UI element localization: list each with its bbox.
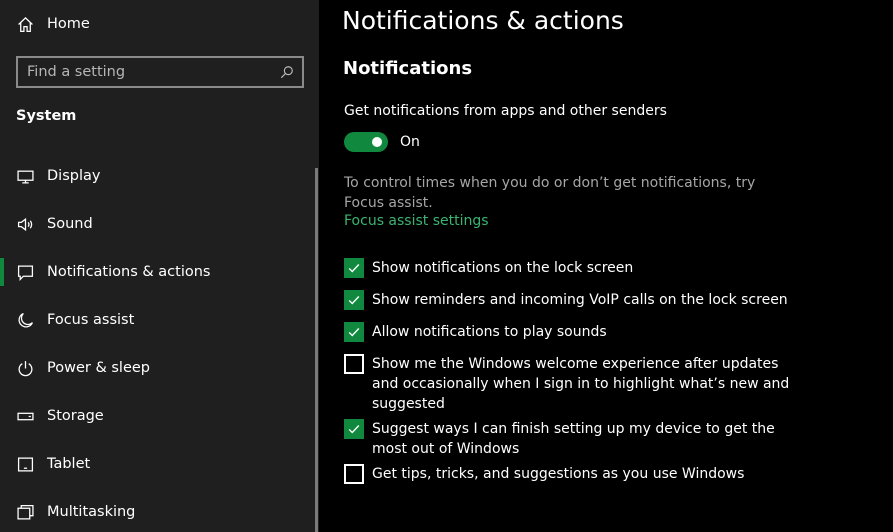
sidebar-item-label: Multitasking bbox=[47, 504, 136, 520]
checkbox-unchecked[interactable] bbox=[344, 354, 364, 374]
active-indicator bbox=[0, 258, 4, 286]
checkbox-row-play-sounds[interactable]: Allow notifications to play sounds bbox=[344, 322, 797, 342]
checkbox-row-reminders-voip[interactable]: Show reminders and incoming VoIP calls o… bbox=[344, 290, 797, 310]
home-label: Home bbox=[47, 16, 90, 32]
notifications-toggle-row: On bbox=[344, 132, 420, 152]
checkmark-icon bbox=[348, 264, 360, 273]
sidebar-item-label: Focus assist bbox=[47, 312, 135, 328]
sidebar-item-label: Notifications & actions bbox=[47, 264, 211, 280]
checkbox-label: Show notifications on the lock screen bbox=[372, 260, 634, 276]
checkmark-icon bbox=[348, 328, 360, 337]
section-heading: Notifications bbox=[343, 58, 473, 79]
sidebar-item-tablet[interactable]: Tablet bbox=[0, 440, 315, 488]
sidebar-item-label: Sound bbox=[47, 216, 93, 232]
focus-assist-description: To control times when you do or don’t ge… bbox=[344, 175, 756, 211]
checkbox-row-lock-screen[interactable]: Show notifications on the lock screen bbox=[344, 258, 797, 278]
sidebar-item-label: Display bbox=[47, 168, 101, 184]
checkbox-label: Show me the Windows welcome experience a… bbox=[372, 356, 790, 412]
get-notifications-label: Get notifications from apps and other se… bbox=[344, 103, 667, 119]
main-content: Notifications & actions Notifications Ge… bbox=[319, 0, 893, 532]
sidebar-item-sound[interactable]: Sound bbox=[0, 200, 315, 248]
checkbox-unchecked[interactable] bbox=[344, 464, 364, 484]
checkbox-label: Get tips, tricks, and suggestions as you… bbox=[372, 466, 745, 482]
focus-assist-settings-link[interactable]: Focus assist settings bbox=[344, 213, 489, 229]
checkbox-row-welcome-experience[interactable]: Show me the Windows welcome experience a… bbox=[344, 354, 797, 414]
sidebar-item-power-sleep[interactable]: Power & sleep bbox=[0, 344, 315, 392]
moon-icon bbox=[0, 312, 47, 329]
storage-icon bbox=[0, 408, 47, 425]
sidebar-item-label: Storage bbox=[47, 408, 104, 424]
display-icon bbox=[0, 168, 47, 185]
sidebar-home[interactable]: Home bbox=[0, 4, 315, 44]
sidebar-item-storage[interactable]: Storage bbox=[0, 392, 315, 440]
sidebar-item-display[interactable]: Display bbox=[0, 152, 315, 200]
settings-window: Home System Display bbox=[0, 0, 893, 532]
tablet-icon bbox=[0, 456, 47, 473]
checkbox-checked[interactable] bbox=[344, 419, 364, 439]
checkbox-label: Show reminders and incoming VoIP calls o… bbox=[372, 292, 788, 308]
checkbox-row-tips-tricks[interactable]: Get tips, tricks, and suggestions as you… bbox=[344, 464, 797, 484]
sidebar-item-multitasking[interactable]: Multitasking bbox=[0, 488, 315, 532]
checkbox-checked[interactable] bbox=[344, 290, 364, 310]
notification-icon bbox=[0, 264, 47, 281]
checkbox-label: Suggest ways I can finish setting up my … bbox=[372, 421, 775, 457]
checkbox-checked[interactable] bbox=[344, 322, 364, 342]
sidebar-item-label: Power & sleep bbox=[47, 360, 150, 376]
checkbox-checked[interactable] bbox=[344, 258, 364, 278]
checkbox-label: Allow notifications to play sounds bbox=[372, 324, 607, 340]
sidebar-item-label: Tablet bbox=[47, 456, 91, 472]
sidebar-scrollbar[interactable] bbox=[315, 168, 318, 532]
checkmark-icon bbox=[348, 425, 360, 434]
speaker-icon bbox=[0, 216, 47, 233]
checkmark-icon bbox=[348, 296, 360, 305]
sidebar-item-notifications[interactable]: Notifications & actions bbox=[0, 248, 315, 296]
search-input[interactable] bbox=[27, 64, 280, 80]
sidebar: Home System Display bbox=[0, 0, 319, 532]
power-icon bbox=[0, 360, 47, 377]
checkbox-row-suggest-setup[interactable]: Suggest ways I can finish setting up my … bbox=[344, 419, 797, 459]
search-box[interactable] bbox=[16, 56, 304, 88]
multitasking-icon bbox=[0, 504, 47, 521]
sidebar-nav: Display Sound Notifications & actions Fo… bbox=[0, 152, 315, 532]
toggle-state-label: On bbox=[400, 134, 420, 150]
sidebar-item-focus-assist[interactable]: Focus assist bbox=[0, 296, 315, 344]
toggle-knob bbox=[372, 137, 382, 147]
page-title: Notifications & actions bbox=[342, 6, 624, 35]
notifications-toggle[interactable] bbox=[344, 132, 388, 152]
home-icon bbox=[0, 16, 47, 33]
section-title: System bbox=[16, 108, 77, 124]
search-icon[interactable] bbox=[280, 65, 294, 79]
